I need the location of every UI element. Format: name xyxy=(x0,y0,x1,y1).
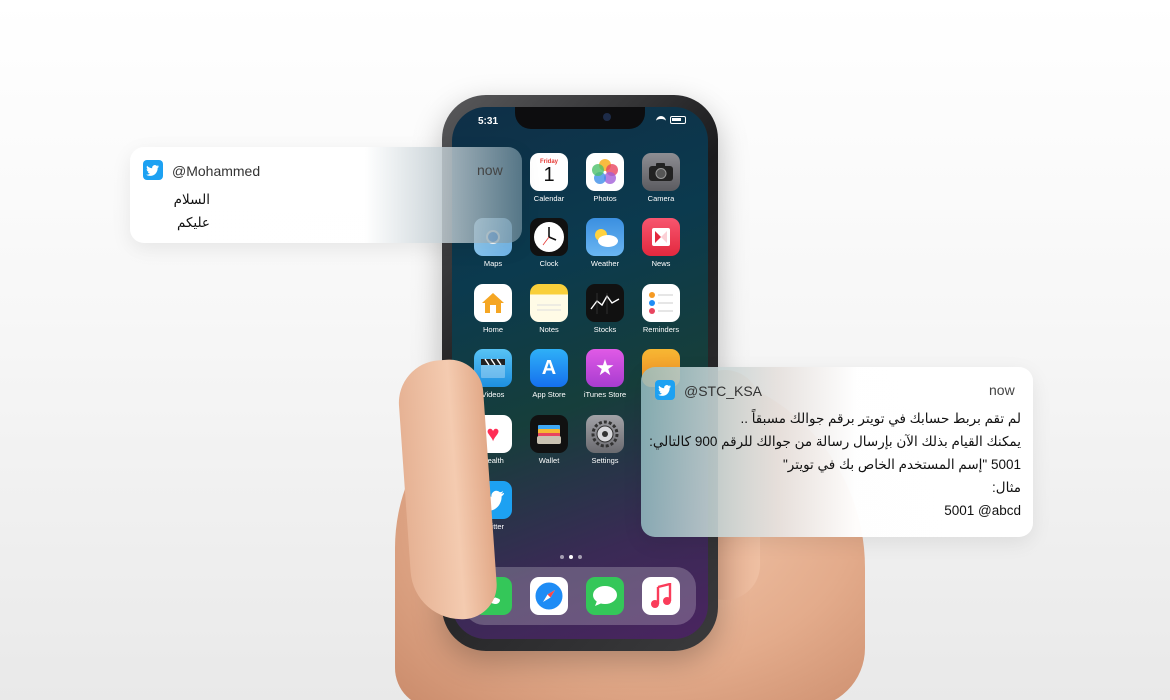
app-label: Weather xyxy=(590,259,620,268)
home-icon xyxy=(474,284,512,322)
app-label: Maps xyxy=(483,259,503,268)
app-label: Home xyxy=(482,325,503,334)
notification-mohammed[interactable]: @Mohammed now السلام عليكم xyxy=(130,147,522,243)
app-calendar[interactable]: Friday 1 Calendar xyxy=(526,153,572,203)
weather-icon xyxy=(586,218,624,256)
app-label: Wallet xyxy=(538,456,560,465)
calendar-date: 1 xyxy=(543,164,555,186)
app-label: Calendar xyxy=(533,194,565,203)
photos-icon xyxy=(586,153,624,191)
twitter-bird-icon xyxy=(143,160,163,180)
notification-message: لم تقم بربط حسابك في تويتر برقم جوالك مس… xyxy=(649,407,1021,522)
camera-icon xyxy=(642,153,680,191)
message-line: مثال: xyxy=(992,480,1021,495)
app-label: Notes xyxy=(539,325,559,334)
app-news[interactable]: News xyxy=(638,218,684,268)
notification-stc-ksa[interactable]: @STC_KSA now لم تقم بربط حسابك في تويتر … xyxy=(641,367,1033,537)
wallet-icon xyxy=(530,415,568,453)
notch xyxy=(515,107,645,129)
notification-message: السلام عليكم xyxy=(173,192,210,230)
app-label: App Store xyxy=(532,390,566,399)
notification-handle: @STC_KSA xyxy=(684,383,763,399)
app-home[interactable]: Home xyxy=(470,284,516,334)
message-line: 5001 "إسم المستخدم الخاص بك في تويتر" xyxy=(783,457,1021,472)
app-store-icon: A xyxy=(530,349,568,387)
status-icons xyxy=(656,116,686,124)
app-weather[interactable]: Weather xyxy=(582,218,628,268)
app-label: Camera xyxy=(647,194,675,203)
app-itunes-store[interactable]: ★ iTunes Store xyxy=(582,349,628,399)
front-camera xyxy=(603,113,611,121)
wifi-icon xyxy=(656,116,666,124)
app-label: Settings xyxy=(591,456,619,465)
dock xyxy=(464,567,696,625)
message-line: يمكنك القيام بذلك الآن بإرسال رسالة من ج… xyxy=(649,434,1021,449)
app-label: News xyxy=(651,259,671,268)
notification-time: now xyxy=(477,162,503,178)
app-label: Photos xyxy=(593,194,617,203)
star-icon: ★ xyxy=(586,349,624,387)
battery-icon xyxy=(670,116,686,124)
app-photos[interactable]: Photos xyxy=(582,153,628,203)
message-line: لم تقم بربط حسابك في تويتر برقم جوالك مس… xyxy=(740,411,1021,426)
app-notes[interactable]: Notes xyxy=(526,284,572,334)
app-app-store[interactable]: A App Store xyxy=(526,349,572,399)
notification-handle: @Mohammed xyxy=(172,163,261,179)
notes-icon xyxy=(530,284,568,322)
reminders-icon xyxy=(642,284,680,322)
message-line: 5001 @abcd xyxy=(944,503,1021,518)
clock-icon xyxy=(530,218,568,256)
stocks-icon xyxy=(586,284,624,322)
app-label: Reminders xyxy=(642,325,680,334)
calendar-icon: Friday 1 xyxy=(530,153,568,191)
app-clock[interactable]: Clock xyxy=(526,218,572,268)
gear-icon xyxy=(586,415,624,453)
app-label: Clock xyxy=(539,259,559,268)
status-time: 5:31 xyxy=(478,116,499,127)
app-label: Stocks xyxy=(593,325,617,334)
app-reminders[interactable]: Reminders xyxy=(638,284,684,334)
app-settings[interactable]: Settings xyxy=(582,415,628,465)
safari-icon[interactable] xyxy=(530,577,568,615)
twitter-bird-icon xyxy=(655,380,675,400)
app-camera[interactable]: Camera xyxy=(638,153,684,203)
app-wallet[interactable]: Wallet xyxy=(526,415,572,465)
news-icon xyxy=(642,218,680,256)
music-icon[interactable] xyxy=(642,577,680,615)
app-label: iTunes Store xyxy=(583,390,627,399)
notification-time: now xyxy=(989,382,1015,398)
messages-icon[interactable] xyxy=(586,577,624,615)
page-indicator[interactable] xyxy=(560,555,582,559)
app-stocks[interactable]: Stocks xyxy=(582,284,628,334)
